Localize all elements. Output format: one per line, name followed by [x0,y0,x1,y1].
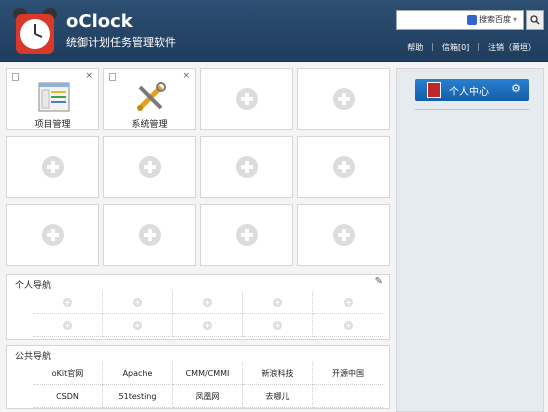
public-nav-link[interactable]: CMM/CMMI [173,362,243,385]
add-icon[interactable] [235,156,258,178]
search-engine-select[interactable]: 搜索百度 ▾ [466,14,517,25]
document-icon [109,73,116,81]
add-icon [343,297,353,307]
public-nav-link[interactable]: oKit官网 [33,362,103,385]
system-management-icon [137,82,166,111]
tile-project-management[interactable]: × 项目管理 [6,68,99,130]
personal-nav-slot[interactable] [103,314,173,337]
tile-empty[interactable] [297,136,390,198]
user-center-label: 个人中心 [449,87,489,98]
personal-nav-title: 个人导航 [15,281,52,291]
add-icon[interactable] [138,224,161,246]
right-sidebar: 个人中心 ⚙ [396,68,544,412]
public-nav-link [313,385,383,408]
tile-system-management[interactable]: × 系统管理 [103,68,196,130]
alarm-clock-logo-icon [13,8,57,54]
public-nav-link[interactable]: CSDN [33,385,103,408]
personal-nav-grid [33,291,383,337]
personal-nav-slot[interactable] [33,314,103,337]
logout-link[interactable]: 注销（萧垣） [488,42,536,53]
add-icon [273,320,282,330]
personal-nav-slot[interactable] [243,314,313,337]
top-links: 帮助 | 信箱[0] | 注销（萧垣） [407,42,536,53]
search-engine-label: 搜索百度 [478,15,511,24]
add-icon [133,320,142,330]
tile-label: 项目管理 [34,120,71,130]
public-nav-panel: 公共导航 oKit官网 Apache CMM/CMMI 新浪科技 开源中国 CS… [6,345,390,409]
app-subtitle: 统御计划任务管理软件 [66,36,176,49]
personal-nav-slot[interactable] [33,291,103,314]
add-icon[interactable] [332,88,355,110]
tile-empty[interactable] [200,136,293,198]
add-icon [133,297,142,307]
close-icon[interactable]: × [182,71,190,81]
public-nav-link[interactable]: 新浪科技 [243,362,313,385]
add-icon [203,320,212,330]
public-nav-link[interactable]: Apache [103,362,173,385]
add-icon [273,297,282,307]
public-nav-link[interactable]: 开源中国 [313,362,383,385]
gear-icon[interactable]: ⚙ [511,82,521,95]
chevron-down-icon: ▾ [512,15,517,24]
search-button[interactable] [526,10,544,30]
link-separator: | [431,42,434,51]
public-nav-link[interactable]: 51testing [103,385,173,408]
add-icon[interactable] [235,88,258,110]
search-input[interactable]: 搜索百度 ▾ [396,10,524,30]
add-icon [63,320,72,330]
add-icon[interactable] [138,156,161,178]
personal-nav-slot[interactable] [173,314,243,337]
add-icon[interactable] [41,156,64,178]
add-icon[interactable] [332,224,355,246]
public-nav-link[interactable]: 凤凰网 [173,385,243,408]
personal-nav-slot[interactable] [313,314,383,337]
mailbox-link[interactable]: 信箱[0] [442,42,469,53]
personal-nav-slot[interactable] [173,291,243,314]
edit-pencil-icon[interactable]: ✎ [375,276,383,287]
tile-empty[interactable] [297,204,390,266]
add-icon [343,320,353,330]
add-icon[interactable] [332,156,355,178]
divider [415,109,529,110]
app-name: oClock [66,11,133,32]
add-icon [203,297,212,307]
public-nav-link[interactable]: 去哪儿 [243,385,313,408]
tile-empty[interactable] [6,136,99,198]
link-separator: | [477,42,480,51]
search-icon [530,15,540,25]
personal-nav-slot[interactable] [103,291,173,314]
personal-nav-slot[interactable] [313,291,383,314]
add-icon[interactable] [235,224,258,246]
tile-empty[interactable] [200,204,293,266]
user-card-icon [427,82,441,98]
tile-empty[interactable] [200,68,293,130]
add-icon [63,297,72,307]
tile-label: 系统管理 [131,120,168,130]
tile-empty[interactable] [6,204,99,266]
personal-nav-panel: 个人导航 ✎ [6,274,390,340]
tile-empty[interactable] [103,204,196,266]
user-center-button[interactable]: 个人中心 ⚙ [415,79,529,101]
public-nav-grid: oKit官网 Apache CMM/CMMI 新浪科技 开源中国 CSDN 51… [33,362,383,408]
tile-empty[interactable] [103,136,196,198]
project-management-icon [38,82,70,112]
document-icon [12,73,19,81]
add-icon[interactable] [41,224,64,246]
baidu-icon [466,14,477,25]
close-icon[interactable]: × [85,71,93,81]
personal-nav-slot[interactable] [243,291,313,314]
public-nav-title: 公共导航 [15,352,52,362]
tile-empty[interactable] [297,68,390,130]
help-link[interactable]: 帮助 [407,42,423,53]
